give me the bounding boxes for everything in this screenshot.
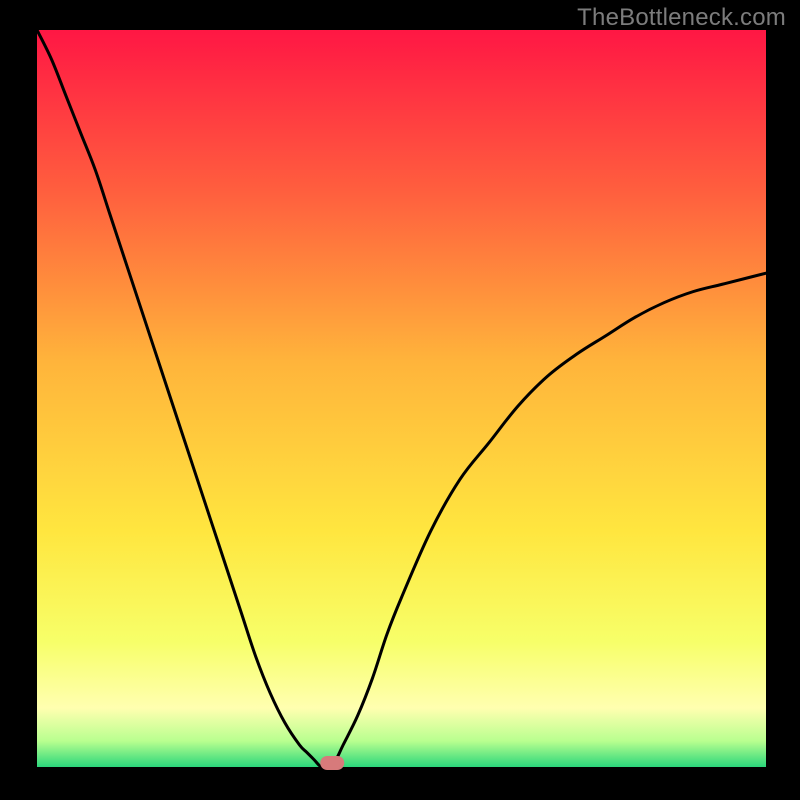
plot-background <box>37 30 766 767</box>
optimal-point-marker <box>320 756 344 770</box>
chart-container: TheBottleneck.com <box>0 0 800 800</box>
watermark-text: TheBottleneck.com <box>577 4 786 32</box>
bottleneck-chart <box>0 0 800 800</box>
